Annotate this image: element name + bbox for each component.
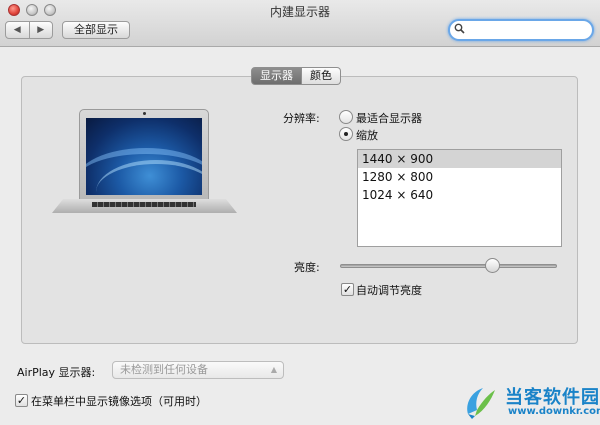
search-input[interactable]: [467, 22, 589, 38]
nav-buttons: ◀ ▶: [5, 21, 53, 39]
airplay-select-value: 未检测到任何设备: [120, 363, 208, 376]
airplay-label: AirPlay 显示器:: [17, 366, 96, 379]
window-title: 内建显示器: [269, 5, 330, 19]
updown-arrows-icon: ▲: [270, 365, 277, 374]
watermark-url: www.downkr.com: [508, 406, 600, 417]
tab-bar: 显示器 颜色: [251, 67, 341, 85]
show-all-button[interactable]: 全部显示: [62, 21, 130, 39]
radio-best-for-display-label[interactable]: 最适合显示器: [356, 110, 422, 126]
macbook-air-image: [52, 104, 237, 216]
resolution-label: 分辨率:: [283, 112, 320, 125]
search-field[interactable]: [448, 19, 594, 41]
mirror-menu-label[interactable]: 在菜单栏中显示镜像选项（可用时）: [31, 393, 207, 409]
title-bar: 内建显示器 ◀ ▶ 全部显示: [0, 0, 600, 47]
tab-display[interactable]: 显示器: [251, 67, 302, 85]
laptop-screen: [86, 118, 202, 195]
resolution-list[interactable]: 1440 × 900 1280 × 800 1024 × 640: [357, 149, 562, 247]
forward-button[interactable]: ▶: [28, 22, 53, 38]
resolution-item-1024x640[interactable]: 1024 × 640: [358, 186, 561, 204]
airplay-select[interactable]: 未检测到任何设备 ▲: [112, 361, 284, 379]
resolution-item-1440x900[interactable]: 1440 × 900: [358, 150, 561, 168]
watermark-logo-icon: [463, 384, 497, 420]
radio-scaled-label[interactable]: 缩放: [356, 127, 378, 143]
brightness-slider-thumb[interactable]: [485, 258, 500, 273]
tab-color[interactable]: 颜色: [302, 67, 341, 85]
brightness-label: 亮度:: [294, 261, 320, 274]
brightness-slider-track[interactable]: [340, 264, 557, 268]
auto-brightness-label[interactable]: 自动调节亮度: [356, 282, 422, 298]
radio-best-for-display[interactable]: [339, 110, 353, 124]
search-icon: [454, 23, 465, 37]
laptop-lid: [79, 109, 209, 200]
laptop-keyboard: [92, 202, 196, 207]
mirror-menu-checkbox[interactable]: ✓: [15, 394, 28, 407]
resolution-item-1280x800[interactable]: 1280 × 800: [358, 168, 561, 186]
auto-brightness-checkbox[interactable]: ✓: [341, 283, 354, 296]
back-button[interactable]: ◀: [6, 22, 29, 38]
camera-dot: [143, 112, 146, 115]
radio-scaled[interactable]: [339, 127, 353, 141]
